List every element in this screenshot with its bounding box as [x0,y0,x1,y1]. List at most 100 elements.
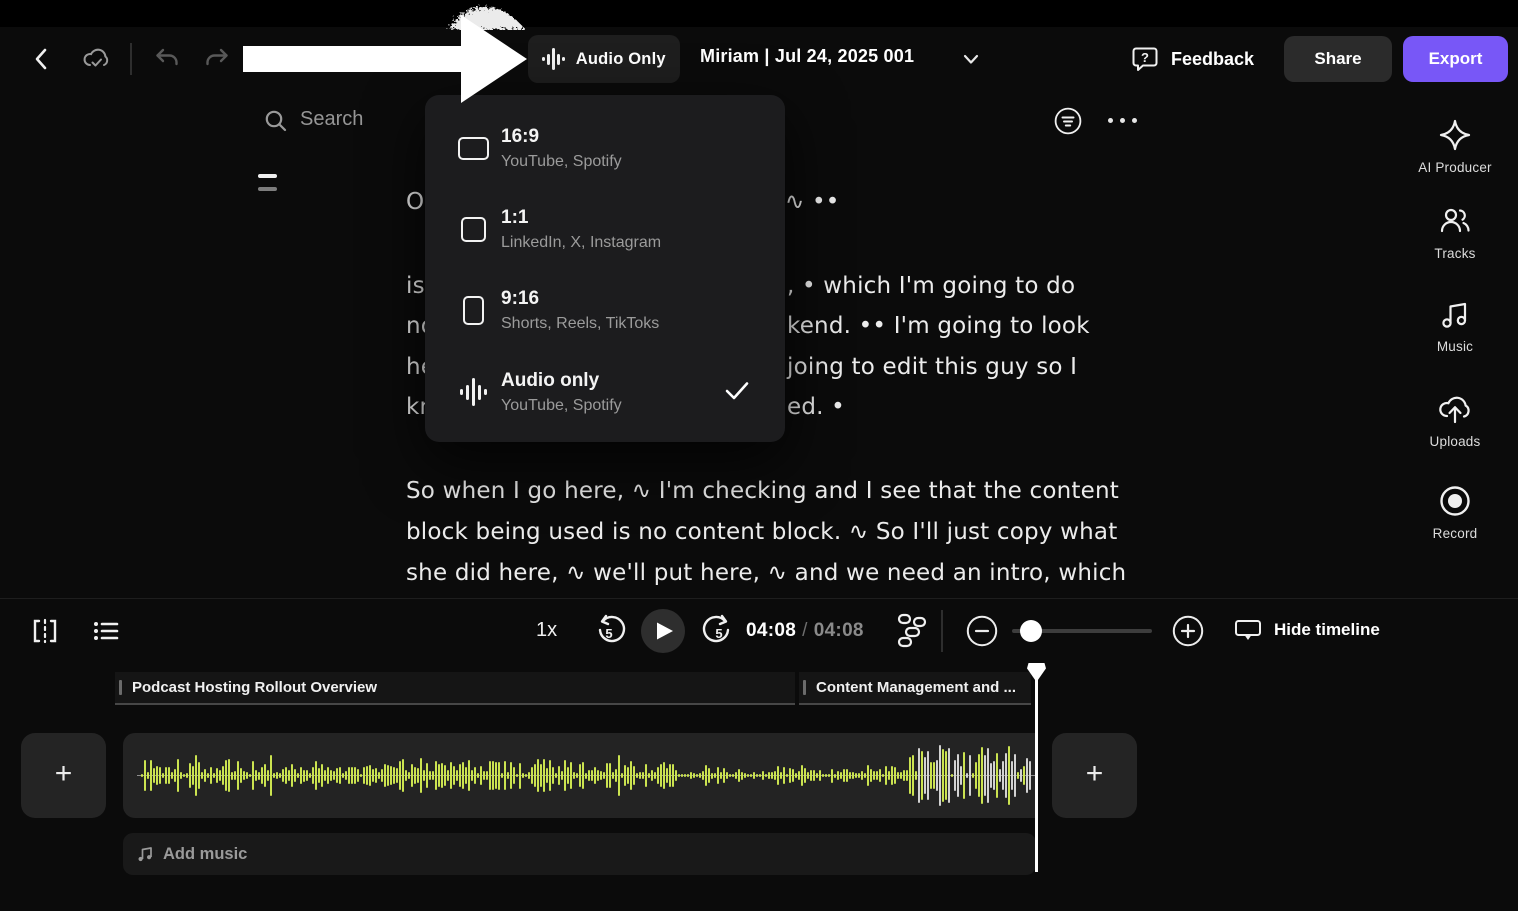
menu-item-1-1[interactable]: 1:1 LinkedIn, X, Instagram [425,198,785,260]
play-button[interactable] [641,609,685,653]
chevron-down-icon[interactable] [960,51,982,67]
sidebar-item-label: Tracks [1434,246,1475,261]
sidebar-item-uploads[interactable]: Uploads [1392,392,1518,449]
total-time: 04:08 [814,620,864,641]
clip-list-icon[interactable] [92,617,120,645]
landscape-rect-icon [455,137,491,160]
add-clip-right-button[interactable]: + [1052,733,1137,818]
transcript-fragment[interactable]: joing to edit this guy so I [787,354,1077,380]
add-music-label: Add music [163,845,247,864]
format-dropdown-menu: 16:9 YouTube, Spotify 1:1 LinkedIn, X, I… [425,95,785,442]
segment-lead-bar [803,680,806,695]
menu-item-title: 9:16 [501,288,659,310]
plus-icon: + [55,759,73,789]
menu-item-9-16[interactable]: 9:16 Shorts, Reels, TikToks [425,279,785,341]
transcript-line[interactable]: she did here, ∿ we'll put here, ∿ and we… [406,560,1126,586]
waveform[interactable] [123,733,1036,818]
waveform-bars [141,733,1034,818]
app-window: Audio Only Miriam | Jul 24, 2025 001 ? F… [0,0,1518,911]
cloud-sync-icon[interactable] [80,42,112,74]
controls-vertical-divider [941,610,943,652]
people-icon [1438,206,1472,238]
back-button[interactable] [30,45,54,73]
transcript-fragment[interactable]: ed. • [787,394,845,420]
portrait-rect-icon [455,296,491,325]
search-icon[interactable] [263,108,289,134]
share-button[interactable]: Share [1284,36,1392,82]
cloud-upload-icon [1437,392,1473,426]
undo-icon[interactable] [152,44,182,74]
transcript-fragment[interactable]: , • which I'm going to do [787,273,1075,299]
playback-speed[interactable]: 1x [536,619,557,642]
transcript-fragment[interactable]: is [406,273,425,299]
menu-item-subtitle: YouTube, Spotify [501,397,622,415]
sidebar-item-tracks[interactable]: Tracks [1392,206,1518,261]
controls-divider [0,598,1518,599]
outline-toggle-icon[interactable] [258,174,277,191]
sidebar-item-label: Record [1433,526,1478,541]
timeline-segment[interactable]: Content Management and ... [799,672,1031,705]
menu-item-title: 1:1 [501,207,661,229]
split-clip-icon[interactable] [30,616,60,646]
skip-back-5-icon[interactable]: 5 [594,614,626,648]
add-music-row[interactable]: Add music [123,833,1036,875]
sidebar-item-ai-producer[interactable]: AI Producer [1392,118,1518,175]
time-separator: / [796,620,814,641]
menu-item-16-9[interactable]: 16:9 YouTube, Spotify [425,117,785,179]
segment-label: Podcast Hosting Rollout Overview [132,679,377,696]
menu-item-title: Audio only [501,370,622,392]
project-title[interactable]: Miriam | Jul 24, 2025 001 [700,46,914,67]
redo-icon[interactable] [202,44,232,74]
scribble-annotation [438,0,534,30]
time-display: 04:08/04:08 [746,620,864,642]
transcript-fragment[interactable]: O [406,189,424,215]
menu-item-subtitle: YouTube, Spotify [501,153,622,171]
zoom-in-button[interactable] [1172,615,1204,647]
export-label: Export [1429,49,1483,69]
share-label: Share [1314,49,1361,69]
waveform-icon [542,48,565,70]
transcript-line[interactable]: So when I go here, ∿ I'm checking and I … [406,478,1119,504]
timeline-segment[interactable]: Podcast Hosting Rollout Overview [115,672,795,705]
transcript-fragment[interactable]: ∿ •• [785,189,840,215]
plus-icon: + [1086,759,1104,789]
segment-lead-bar [119,680,122,695]
sidebar-item-label: Uploads [1430,434,1481,449]
playhead-line[interactable] [1035,669,1038,872]
outline-bar-bottom [258,187,277,191]
timeline-layers-icon[interactable] [897,612,927,648]
waveform-icon [455,378,491,406]
outline-bar-top [258,174,277,178]
add-clip-left-button[interactable]: + [21,733,106,818]
menu-item-audio-only[interactable]: Audio only YouTube, Spotify [425,361,785,423]
svg-text:5: 5 [715,626,722,641]
more-options-icon[interactable] [1108,118,1137,123]
record-icon [1438,484,1472,518]
feedback-button[interactable]: ? Feedback [1131,44,1254,74]
svg-text:5: 5 [605,626,612,641]
export-button[interactable]: Export [1403,36,1508,82]
music-note-icon [1439,299,1471,331]
search-input[interactable]: Search [300,108,363,131]
audio-only-button[interactable]: Audio Only [528,35,680,83]
audio-only-label: Audio Only [576,50,666,69]
window-top-strip [0,0,1518,27]
transcript-fragment[interactable]: kend. •• I'm going to look [787,313,1090,339]
sidebar-item-record[interactable]: Record [1392,484,1518,541]
svg-text:?: ? [1141,50,1149,65]
toolbar-divider [130,43,132,75]
skip-forward-5-icon[interactable]: 5 [702,614,734,648]
filter-icon[interactable] [1054,107,1082,135]
check-icon [725,381,749,401]
transcript-line[interactable]: block being used is no content block. ∿ … [406,519,1117,545]
music-note-icon [136,845,154,863]
zoom-slider-knob[interactable] [1020,620,1042,642]
menu-item-subtitle: Shorts, Reels, TikToks [501,315,659,333]
question-bubble-icon: ? [1131,44,1159,74]
hide-timeline-button[interactable]: Hide timeline [1234,617,1380,643]
sidebar-item-music[interactable]: Music [1392,299,1518,354]
menu-item-title: 16:9 [501,126,622,148]
zoom-out-button[interactable] [966,615,998,647]
segment-label: Content Management and ... [816,679,1016,696]
sidebar-item-label: AI Producer [1418,160,1491,175]
